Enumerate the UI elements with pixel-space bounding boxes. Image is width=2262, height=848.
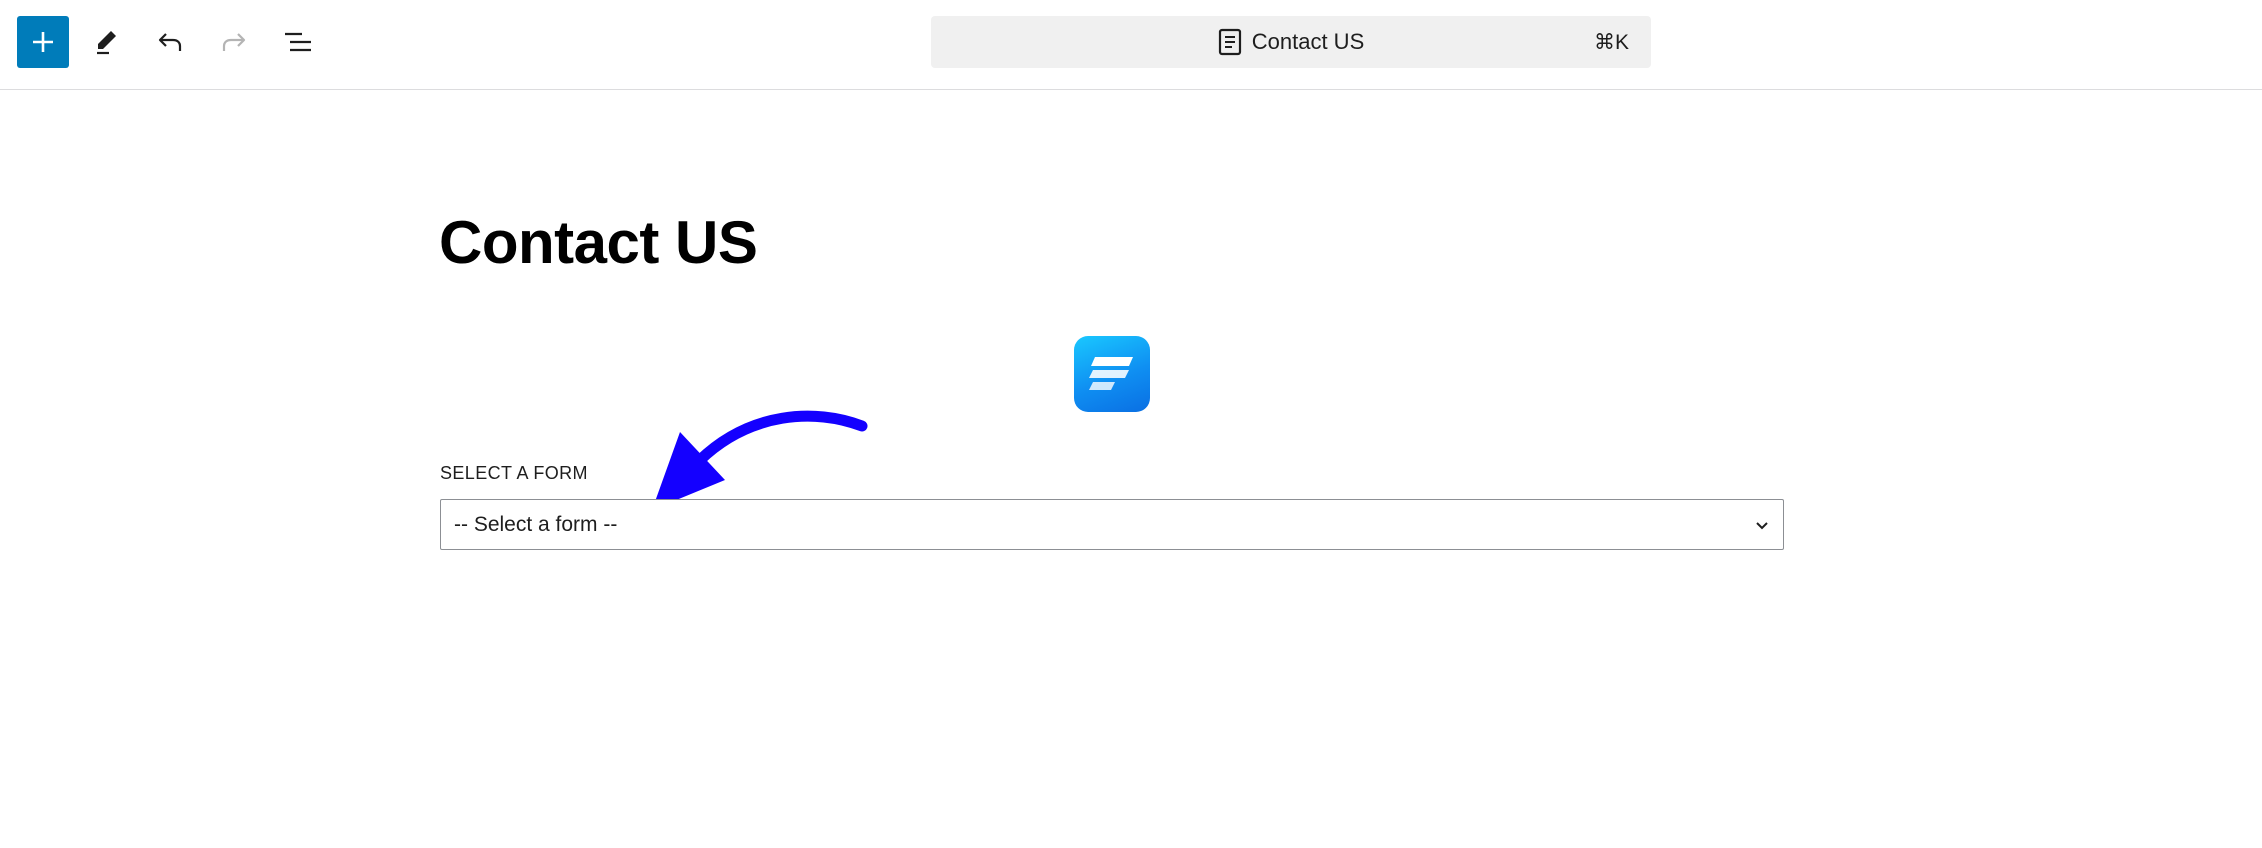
- undo-button[interactable]: [144, 16, 196, 68]
- editor-toolbar: Contact US ⌘K: [0, 0, 2262, 90]
- pencil-icon: [97, 31, 116, 55]
- redo-button[interactable]: [208, 16, 260, 68]
- form-select-dropdown[interactable]: -- Select a form --: [440, 499, 1784, 550]
- plus-icon: [33, 32, 53, 52]
- undo-icon: [158, 33, 182, 51]
- fluent-forms-logo-icon: [1074, 336, 1150, 412]
- document-title: Contact US: [1251, 29, 1365, 54]
- redo-icon: [222, 33, 246, 51]
- tools-button[interactable]: [80, 16, 132, 68]
- page-icon: [1218, 28, 1241, 56]
- page-title[interactable]: Contact US: [439, 208, 758, 277]
- select-form-label: SELECT A FORM: [440, 463, 588, 483]
- document-command-bar[interactable]: Contact US ⌘K: [931, 16, 1651, 68]
- form-select-value: -- Select a form --: [454, 512, 618, 536]
- chevron-down-icon: [1753, 500, 1771, 549]
- keyboard-shortcut-hint: ⌘K: [1593, 30, 1629, 54]
- block-inserter-button[interactable]: [17, 16, 69, 68]
- list-view-icon: [285, 32, 311, 52]
- list-view-button[interactable]: [272, 16, 324, 68]
